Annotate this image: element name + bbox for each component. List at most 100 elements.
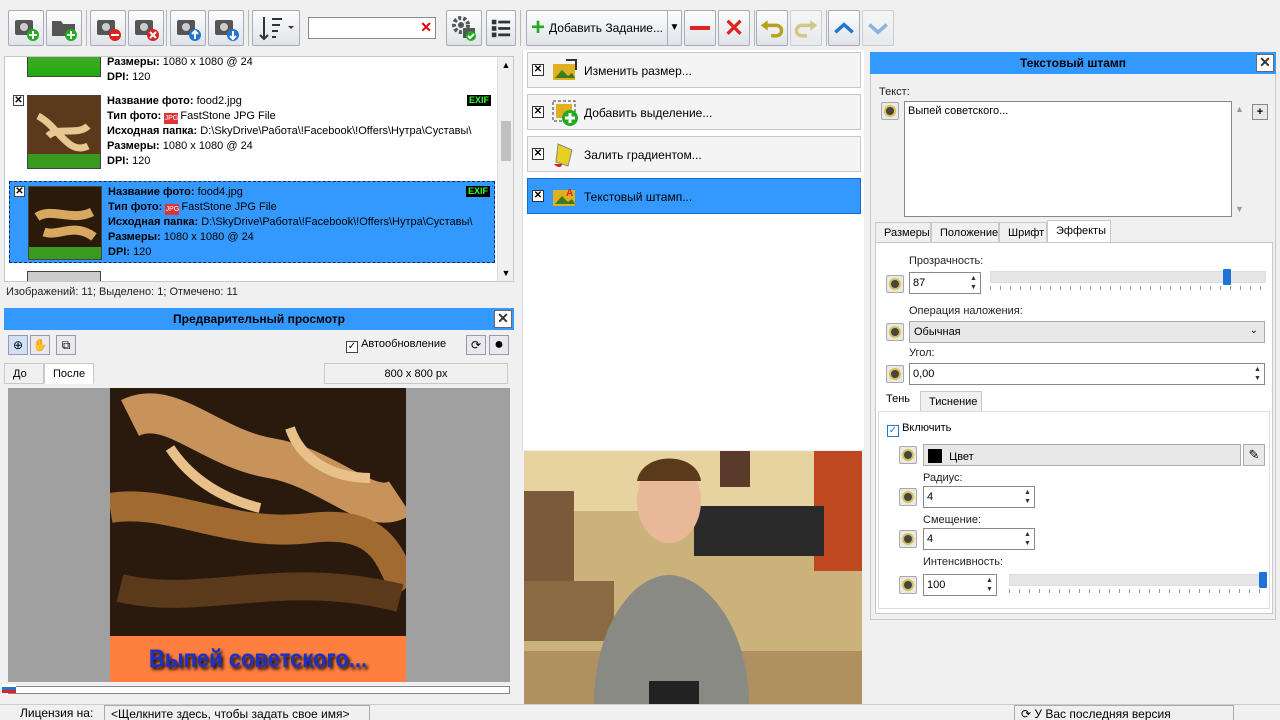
radius-stepper[interactable]: ▲▼ bbox=[923, 486, 1035, 508]
task-item-resize[interactable]: ✕ Изменить размер... bbox=[527, 52, 861, 88]
list-item[interactable] bbox=[9, 267, 495, 281]
scroll-down-arrow[interactable]: ▼ bbox=[1235, 204, 1244, 214]
tab-sizes[interactable]: Размеры bbox=[875, 222, 931, 243]
angle-visibility-icon[interactable] bbox=[886, 365, 904, 383]
hand-tool-icon[interactable]: ✋ bbox=[30, 335, 50, 355]
view-list-button[interactable] bbox=[486, 10, 516, 46]
task-down-button[interactable] bbox=[862, 10, 894, 46]
clear-search-icon[interactable]: ✕ bbox=[420, 19, 432, 36]
task-checkbox[interactable]: ✕ bbox=[532, 148, 544, 160]
chevron-down-icon[interactable]: ▼ bbox=[667, 11, 681, 45]
task-checkbox[interactable]: ✕ bbox=[532, 64, 544, 76]
auto-update-checkbox[interactable]: ✓ bbox=[346, 341, 358, 353]
slider-thumb[interactable] bbox=[1259, 572, 1267, 588]
search-input[interactable] bbox=[309, 18, 417, 38]
stamp-text-area[interactable]: Выпей советского... bbox=[904, 101, 1232, 217]
remove-task-button[interactable] bbox=[684, 10, 716, 46]
refresh-icon: ⟳ bbox=[1021, 707, 1032, 720]
list-item[interactable]: ✕ Название фото: food4.jpg Тип фото: JPG… bbox=[9, 181, 495, 263]
version-status[interactable]: ⟳ У Вас последняя версия bbox=[1014, 705, 1234, 720]
move-down-button[interactable] bbox=[208, 10, 244, 46]
add-folder-button[interactable] bbox=[46, 10, 82, 46]
spin-arrows-icon[interactable]: ▲ ▼ bbox=[1022, 488, 1033, 506]
scroll-up-arrow[interactable]: ▲ bbox=[498, 57, 513, 73]
offset-stepper[interactable]: ▲▼ bbox=[923, 528, 1035, 550]
tab-after[interactable]: После bbox=[44, 363, 94, 384]
offset-visibility-icon[interactable] bbox=[899, 530, 917, 548]
preview-canvas[interactable]: Выпей советского... bbox=[8, 388, 510, 682]
toolbar-separator bbox=[520, 10, 521, 46]
shadow-enable-checkbox[interactable]: ✓ bbox=[887, 425, 899, 437]
opacity-stepper[interactable]: ▲▼ bbox=[909, 272, 981, 294]
tab-before[interactable]: До bbox=[4, 363, 44, 384]
opacity-input[interactable] bbox=[910, 273, 966, 293]
tab-font[interactable]: Шрифт bbox=[999, 222, 1047, 243]
opacity-visibility-icon[interactable] bbox=[886, 275, 904, 293]
spin-arrows-icon[interactable]: ▲ ▼ bbox=[984, 576, 995, 594]
clear-tasks-button[interactable]: ✕ bbox=[718, 10, 750, 46]
license-name-field[interactable]: <Щелкните здесь, чтобы задать свое имя> bbox=[104, 705, 370, 720]
task-checkbox[interactable]: ✕ bbox=[532, 190, 544, 202]
clear-all-button[interactable] bbox=[128, 10, 164, 46]
shadow-enable-toggle[interactable]: ✓ Включить bbox=[887, 422, 951, 437]
blend-visibility-icon[interactable] bbox=[886, 323, 904, 341]
intensity-visibility-icon[interactable] bbox=[899, 576, 917, 594]
tab-effects[interactable]: Эффекты bbox=[1047, 220, 1111, 243]
scroll-down-arrow[interactable]: ▼ bbox=[498, 265, 513, 281]
color-visibility-icon[interactable] bbox=[899, 446, 917, 464]
settings-button[interactable] bbox=[446, 10, 482, 46]
tab-shadow[interactable]: Тень bbox=[878, 389, 920, 410]
task-item-gradient[interactable]: ✕ Залить градиентом... bbox=[527, 136, 861, 172]
search-field[interactable]: ✕ bbox=[308, 17, 436, 39]
blend-label: Операция наложения: bbox=[909, 305, 1023, 317]
toolbar-separator bbox=[86, 10, 87, 46]
move-up-button[interactable] bbox=[170, 10, 206, 46]
scroll-thumb[interactable] bbox=[501, 121, 511, 161]
task-item-text-stamp[interactable]: ✕ A Текстовый штамп... bbox=[527, 178, 861, 214]
blend-mode-select[interactable]: Обычная ⌄ bbox=[909, 321, 1265, 343]
list-scrollbar[interactable]: ▲ ▼ bbox=[497, 57, 513, 281]
task-item-add-selection[interactable]: ✕ Добавить выделение... bbox=[527, 94, 861, 130]
zoom-tool-icon[interactable]: ⊕ bbox=[8, 335, 28, 355]
insert-field-button[interactable]: + bbox=[1252, 104, 1268, 120]
slider-thumb[interactable] bbox=[1223, 269, 1231, 285]
angle-input[interactable] bbox=[910, 364, 1250, 384]
size-value: 1080 x 1080 @ 24 bbox=[163, 231, 254, 243]
close-icon[interactable]: ✕ bbox=[1256, 54, 1274, 72]
add-task-button[interactable]: + Добавить Задание... ▼ bbox=[526, 10, 682, 46]
undo-button[interactable] bbox=[756, 10, 788, 46]
intensity-input[interactable] bbox=[924, 575, 982, 595]
remove-selected-button[interactable] bbox=[90, 10, 126, 46]
refresh-icon[interactable]: ⟳ bbox=[466, 335, 486, 355]
tab-emboss[interactable]: Тиснение bbox=[920, 391, 982, 412]
spin-arrows-icon[interactable]: ▲ ▼ bbox=[968, 274, 979, 292]
tab-position[interactable]: Положение bbox=[931, 222, 999, 243]
eyedropper-icon[interactable]: ✎ bbox=[1243, 444, 1265, 466]
record-icon[interactable]: ● bbox=[489, 335, 509, 355]
angle-stepper[interactable]: ▲▼ bbox=[909, 363, 1265, 385]
opacity-slider[interactable] bbox=[990, 269, 1266, 291]
intensity-slider[interactable] bbox=[1009, 572, 1267, 594]
text-visibility-icon[interactable] bbox=[881, 102, 899, 120]
radius-input[interactable] bbox=[924, 487, 1020, 507]
intensity-stepper[interactable]: ▲▼ bbox=[923, 574, 997, 596]
radius-visibility-icon[interactable] bbox=[899, 488, 917, 506]
list-item[interactable]: ✕ Название фото: food2.jpg Тип фото: JPG… bbox=[9, 91, 495, 173]
item-checkbox[interactable]: ✕ bbox=[14, 186, 25, 197]
auto-update-toggle[interactable]: ✓ Автообновление bbox=[346, 338, 446, 353]
task-up-button[interactable] bbox=[828, 10, 860, 46]
redo-button[interactable] bbox=[790, 10, 822, 46]
task-checkbox[interactable]: ✕ bbox=[532, 106, 544, 118]
status-bar: Лицензия на: <Щелкните здесь, чтобы зада… bbox=[0, 704, 1280, 720]
item-checkbox[interactable]: ✕ bbox=[13, 95, 24, 106]
spin-arrows-icon[interactable]: ▲ ▼ bbox=[1022, 530, 1033, 548]
offset-input[interactable] bbox=[924, 529, 1020, 549]
scroll-up-arrow[interactable]: ▲ bbox=[1235, 104, 1244, 114]
shadow-color-select[interactable]: Цвет bbox=[923, 444, 1241, 466]
add-files-button[interactable] bbox=[8, 10, 44, 46]
close-icon[interactable]: ✕ bbox=[494, 310, 512, 328]
compare-icon[interactable]: ⧉ bbox=[56, 335, 76, 355]
image-list[interactable]: Размеры: 1080 x 1080 @ 24 DPI: 120 ✕ Наз… bbox=[4, 56, 514, 282]
spin-arrows-icon[interactable]: ▲ ▼ bbox=[1252, 365, 1263, 383]
sort-button[interactable] bbox=[252, 10, 300, 46]
